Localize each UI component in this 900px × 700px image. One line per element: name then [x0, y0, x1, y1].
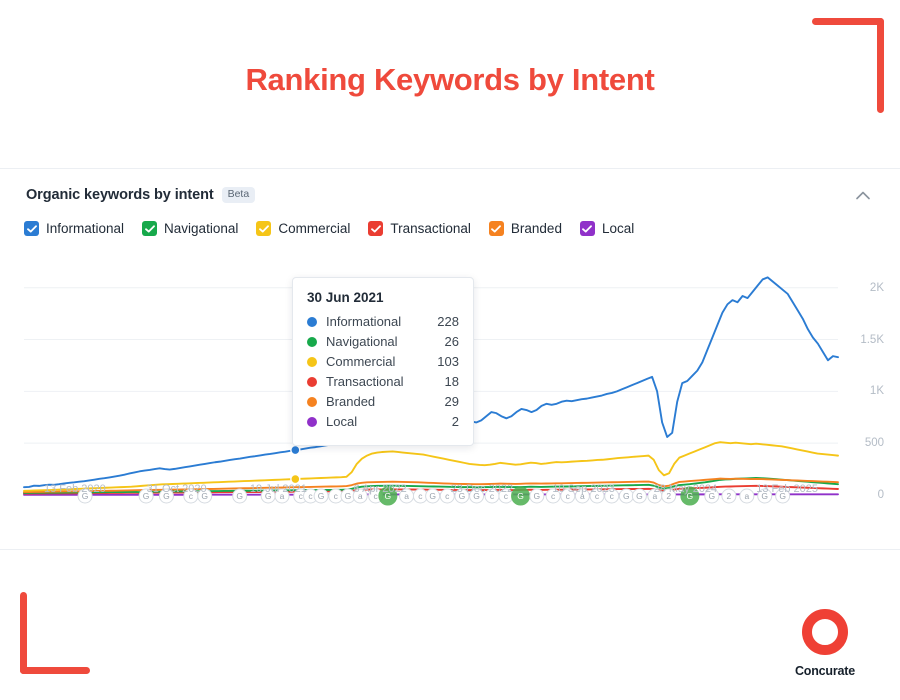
- legend-item-informational[interactable]: Informational: [24, 221, 124, 236]
- x-axis-tick-label: 6 Apr 2022: [353, 483, 407, 495]
- legend-item-commercial[interactable]: Commercial: [256, 221, 350, 236]
- x-axis-tick-label: 31 Oct 2020: [146, 483, 207, 495]
- brand-logo: Concurate: [770, 609, 880, 678]
- tooltip-row-commercial: Commercial 103: [307, 354, 459, 369]
- series-dot: [307, 396, 317, 407]
- algorithm-update-marker-label: a: [744, 491, 749, 501]
- tooltip-row-navigational: Navigational 26: [307, 334, 459, 349]
- ring-logo-icon: [802, 609, 848, 655]
- tooltip-rows: Informational 228 Navigational 26 Commercial…: [307, 314, 459, 429]
- tooltip-series-value: 228: [437, 314, 459, 329]
- tooltip-series-name: Local: [326, 414, 358, 429]
- algorithm-update-marker-label: G: [517, 491, 524, 501]
- series-dot: [307, 416, 317, 427]
- hover-marker-informational: [290, 444, 301, 456]
- algorithm-update-marker-label: G: [636, 491, 643, 501]
- tooltip-row-informational: Informational 228: [307, 314, 459, 329]
- x-axis-tick-label: 23 Dec 2022: [450, 483, 514, 495]
- y-axis-tick-label: 1.5K: [860, 333, 884, 346]
- corner-bracket-bottom-left: [20, 592, 90, 674]
- series-dot: [307, 376, 317, 387]
- chevron-up-icon[interactable]: [852, 184, 874, 206]
- legend-item-branded[interactable]: Branded: [488, 221, 562, 236]
- page-title: Ranking Keywords by Intent: [245, 62, 655, 97]
- tooltip-series-value: 2: [451, 414, 459, 429]
- tooltip-series-name: Branded: [326, 394, 376, 409]
- algorithm-update-marker-label: c: [418, 491, 423, 501]
- tooltip-series-value: 26: [444, 334, 459, 349]
- tooltip-series-name: Navigational: [326, 334, 398, 349]
- chart-tooltip: 30 Jun 2021 Informational 228 Navigational…: [292, 277, 474, 446]
- legend-label: Navigational: [164, 221, 239, 236]
- algorithm-update-marker-label: c: [445, 491, 450, 501]
- y-axis-tick-label: 1K: [869, 385, 884, 398]
- algorithm-update-marker-label: 2: [727, 491, 732, 501]
- checkbox-transactional[interactable]: [368, 221, 384, 236]
- algorithm-update-marker-label: G: [534, 491, 541, 501]
- tooltip-series-value: 29: [444, 394, 459, 409]
- algorithm-update-marker-label: c: [308, 491, 313, 501]
- legend-label: Local: [601, 221, 635, 236]
- algorithm-update-marker-label: G: [236, 491, 243, 501]
- legend-label: Commercial: [278, 221, 351, 236]
- legend-label: Transactional: [390, 221, 471, 236]
- algorithm-update-marker-label: c: [334, 491, 339, 501]
- bracket-horizontal-bar: [812, 18, 884, 25]
- tooltip-row-local: Local 2: [307, 414, 459, 429]
- checkbox-navigational[interactable]: [142, 221, 158, 236]
- x-axis-tick-label: 28 May 2024: [653, 483, 718, 495]
- y-axis-tick-label: 0: [877, 489, 884, 501]
- beta-badge: Beta: [221, 187, 256, 203]
- bracket-vertical-bar: [20, 592, 27, 674]
- legend-label: Branded: [510, 221, 562, 236]
- tooltip-series-name: Informational: [326, 314, 402, 329]
- tooltip-row-transactional: Transactional 18: [307, 374, 459, 389]
- tooltip-series-name: Commercial: [326, 354, 396, 369]
- series-dot: [307, 336, 317, 347]
- series-dot: [307, 356, 317, 367]
- algorithm-update-marker-label: G: [429, 491, 436, 501]
- brand-name: Concurate: [794, 664, 856, 678]
- widget-header: Organic keywords by intent Beta: [26, 183, 874, 207]
- checkbox-branded[interactable]: [488, 221, 504, 236]
- algorithm-update-marker-label: G: [318, 491, 325, 501]
- y-axis-tick-label: 2K: [869, 281, 884, 294]
- legend-label: Informational: [46, 221, 125, 236]
- organic-keywords-widget: Organic keywords by intent Beta Informat…: [0, 168, 900, 550]
- checkbox-informational[interactable]: [24, 221, 39, 236]
- x-axis-tick-label: 13 Feb 2020: [43, 483, 106, 495]
- checkbox-local[interactable]: [579, 221, 595, 236]
- y-axis-tick-label: 500: [864, 437, 884, 450]
- legend-item-local[interactable]: Local: [579, 221, 635, 236]
- bracket-horizontal-bar: [20, 667, 90, 674]
- tooltip-row-branded: Branded 29: [307, 394, 459, 409]
- tooltip-series-value: 103: [437, 354, 459, 369]
- widget-title: Organic keywords by intent: [26, 187, 214, 203]
- checkbox-commercial[interactable]: [256, 221, 272, 236]
- x-axis-tick-label: 10 Sep 2023: [552, 483, 615, 495]
- intent-legend: Informational Navigational Commercial Trans…: [24, 221, 634, 236]
- algorithm-update-marker-label: G: [345, 491, 352, 501]
- series-dot: [307, 316, 317, 327]
- tooltip-series-name: Transactional: [326, 374, 404, 389]
- tooltip-date: 30 Jun 2021: [307, 290, 384, 305]
- x-axis-tick-label: 19 Jul 2021: [249, 483, 307, 495]
- x-axis-tick-label: 13 Feb 2025: [756, 483, 819, 495]
- legend-item-navigational[interactable]: Navigational: [142, 221, 238, 236]
- legend-item-transactional[interactable]: Transactional: [368, 221, 471, 236]
- algorithm-update-marker-label: G: [623, 491, 630, 501]
- tooltip-series-value: 18: [444, 374, 459, 389]
